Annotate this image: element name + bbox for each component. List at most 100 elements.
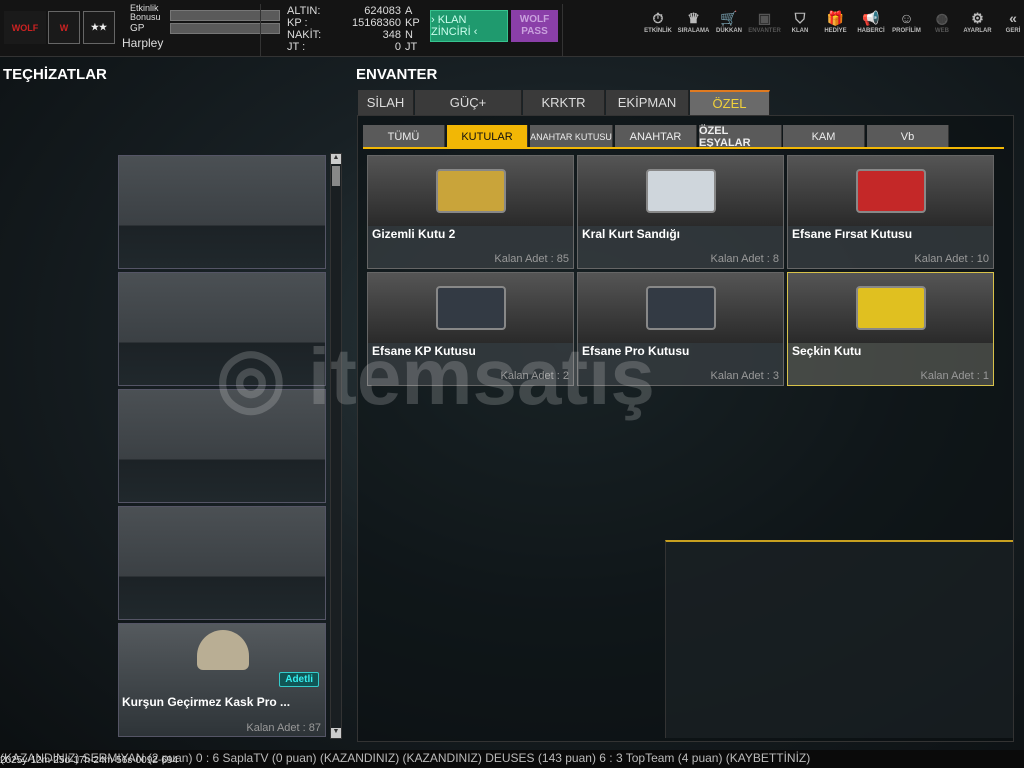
subtab-4[interactable]: ÖZEL EŞYALAR: [699, 125, 782, 149]
item-quantity: Kalan Adet : 85: [494, 253, 569, 265]
item-card[interactable]: Seçkin Kutu Kalan Adet : 1: [787, 272, 994, 386]
box-icon: [855, 286, 926, 330]
nav-label: WEB: [935, 28, 949, 34]
equipment-scrollbar[interactable]: ▲ ▼: [330, 153, 342, 739]
item-quantity: Kalan Adet : 8: [710, 253, 780, 265]
geri̇-icon: «: [1009, 10, 1017, 26]
wolf-pass-button[interactable]: WOLF PASS: [511, 10, 558, 42]
nav-siralama[interactable]: ♛ SIRALAMA: [676, 10, 712, 34]
item-image: [578, 156, 783, 226]
nav-web[interactable]: ◍ WEB: [924, 10, 960, 34]
currency-label: ALTIN:: [287, 5, 321, 17]
nav-klan[interactable]: ⛉ KLAN: [782, 10, 818, 34]
match-ticker: (KAZANDINIZ) SERMIYAN (2 puan) 0 : 6 Sap…: [0, 750, 1024, 768]
currency-unit: N: [405, 29, 413, 41]
siralama-icon: ♛: [687, 10, 700, 26]
item-name: Kral Kurt Sandığı: [582, 227, 681, 241]
nav-envanter[interactable]: ▣ ENVANTER: [747, 10, 783, 34]
scroll-down-icon[interactable]: ▼: [331, 728, 341, 738]
helmet-icon: [197, 630, 249, 670]
item-quantity: Kalan Adet : 10: [914, 253, 989, 265]
scroll-up-icon[interactable]: ▲: [331, 154, 341, 164]
web-icon: ◍: [935, 10, 949, 26]
box-icon: [645, 286, 716, 330]
nav-dükkan[interactable]: 🛒 DÜKKAN: [711, 10, 747, 34]
currency-label: KP :: [287, 17, 308, 29]
subtab-underline: [363, 147, 1004, 149]
hedi̇ye-icon: 🎁: [826, 10, 845, 26]
nav-geri̇[interactable]: « GERİ: [995, 10, 1024, 34]
subtab-3[interactable]: ANAHTAR: [615, 125, 697, 148]
nav-hedi̇ye[interactable]: 🎁 HEDİYE: [818, 10, 854, 34]
timestamp: 2025y-12m-25d-17h-24m-56s-0092-694: [0, 755, 178, 766]
gp-label: GP: [130, 23, 145, 34]
item-name: Gizemli Kutu 2: [372, 227, 456, 241]
box-icon: [855, 169, 926, 213]
item-card[interactable]: Gizemli Kutu 2 Kalan Adet : 85: [367, 155, 574, 269]
currency-unit: KP: [405, 17, 420, 29]
scroll-thumb[interactable]: [332, 166, 340, 186]
username: Harpley: [122, 36, 164, 50]
tab-3[interactable]: EKİPMAN: [606, 90, 689, 115]
rank-icon: ★★: [83, 11, 115, 44]
currency-label: NAKİT:: [287, 29, 322, 41]
equipment-slot-helmet[interactable]: Adetli Kurşun Geçirmez Kask Pro ... Kala…: [118, 623, 326, 737]
item-name: Kurşun Geçirmez Kask Pro ...: [122, 695, 291, 709]
ayarlar-icon: ⚙: [971, 10, 984, 26]
item-info-panel: [665, 540, 1013, 738]
currency-unit: JT: [405, 41, 418, 53]
nav-label: PROFİLİM: [892, 28, 921, 34]
currency-label: JT :: [287, 41, 306, 53]
box-icon: [645, 169, 716, 213]
currency-unit: A: [405, 5, 413, 17]
nav-profi̇li̇m[interactable]: ☺ PROFİLİM: [889, 10, 925, 34]
klan-icon: ⛉: [794, 10, 806, 26]
top-bar: WOLF W ★★ Etkinlik Bonusu GP Harpley ALT…: [0, 0, 1024, 57]
nav-etki̇nli̇k[interactable]: ⏱ ETKİNLİK: [640, 10, 676, 34]
subtab-5[interactable]: KAM: [783, 125, 865, 148]
nav-label: HABERCİ: [857, 28, 885, 34]
envanter-icon: ▣: [757, 10, 772, 26]
watermark-logo: ◎ itemsatış: [216, 332, 655, 421]
equipment-slot[interactable]: [118, 506, 326, 620]
dükkan-icon: 🛒: [720, 10, 738, 26]
subtab-1[interactable]: KUTULAR: [447, 125, 528, 148]
subtab-2[interactable]: ANAHTAR KUTUSU: [530, 125, 613, 148]
tab-2[interactable]: KRKTR: [523, 90, 605, 115]
item-card[interactable]: Efsane Fırsat Kutusu Kalan Adet : 10: [787, 155, 994, 269]
item-image: [788, 273, 993, 343]
etki̇nli̇k-icon: ⏱: [652, 10, 664, 26]
currency-value: 624083: [364, 5, 401, 17]
tab-0[interactable]: SİLAH: [358, 90, 414, 115]
box-icon: [435, 169, 506, 213]
box-icon: [435, 286, 506, 330]
profi̇li̇m-icon: ☺: [899, 10, 914, 26]
nav-label: AYARLAR: [963, 28, 992, 34]
nav-ayarlar[interactable]: ⚙ AYARLAR: [960, 10, 996, 34]
tab-4[interactable]: ÖZEL: [690, 90, 770, 115]
clan-emblem: W: [48, 11, 80, 44]
nav-label: HEDİYE: [824, 28, 847, 34]
item-card[interactable]: Kral Kurt Sandığı Kalan Adet : 8: [577, 155, 784, 269]
nav-haberci̇[interactable]: 📢 HABERCİ: [853, 10, 889, 34]
haberci̇-icon: 📢: [862, 10, 880, 26]
game-logo: WOLF: [4, 11, 46, 44]
stackable-badge: Adetli: [279, 672, 319, 687]
currency-value: 0: [394, 41, 401, 53]
clan-chain-button[interactable]: › KLAN ZİNCİRİ ‹: [430, 10, 508, 42]
nav-label: DÜKKAN: [716, 28, 742, 34]
nav-label: ETKİNLİK: [644, 28, 672, 34]
item-quantity: Kalan Adet : 87: [246, 722, 321, 734]
nav-label: KLAN: [791, 28, 809, 34]
tab-1[interactable]: GÜÇ+: [415, 90, 522, 115]
event-bonus-label: Etkinlik Bonusu: [130, 3, 161, 22]
currency-value: 15168360: [352, 17, 401, 29]
item-image: [368, 156, 573, 226]
subtab-0[interactable]: TÜMÜ: [363, 125, 445, 148]
nav-label: GERİ: [1005, 28, 1021, 34]
inventory-title: ENVANTER: [356, 66, 438, 83]
subtab-6[interactable]: Vb: [867, 125, 949, 148]
equipment-slot[interactable]: [118, 155, 326, 269]
equipment-title: TEÇHİZATLAR: [3, 66, 107, 83]
currency-value: 348: [382, 29, 401, 41]
